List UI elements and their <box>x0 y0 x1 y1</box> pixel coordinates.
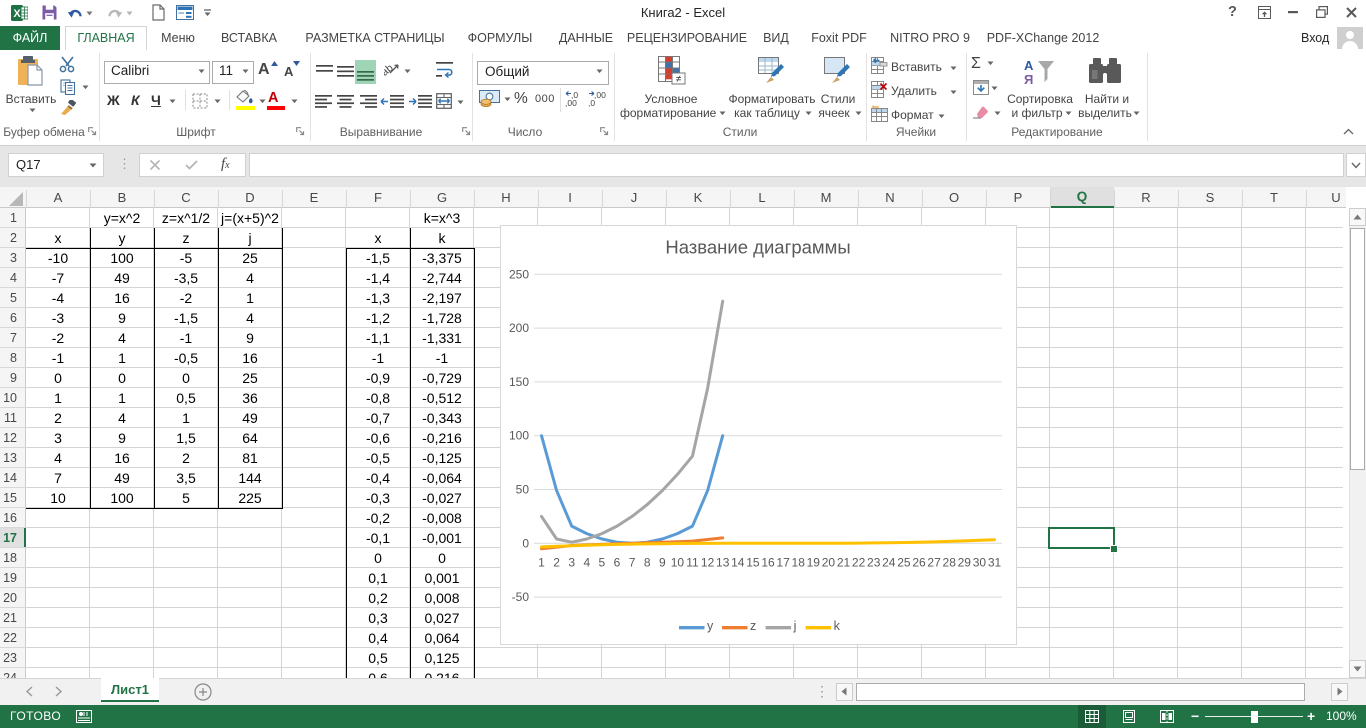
svg-text:250: 250 <box>509 267 529 281</box>
svg-text:3: 3 <box>568 555 575 569</box>
svg-text:Название диаграммы: Название диаграммы <box>665 237 850 258</box>
svg-text:25: 25 <box>897 555 911 569</box>
svg-text:k: k <box>834 619 841 633</box>
svg-text:17: 17 <box>776 555 790 569</box>
svg-text:21: 21 <box>837 555 851 569</box>
svg-text:23: 23 <box>867 555 881 569</box>
svg-text:9: 9 <box>659 555 666 569</box>
svg-text:22: 22 <box>852 555 866 569</box>
svg-text:14: 14 <box>731 555 745 569</box>
svg-text:29: 29 <box>958 555 972 569</box>
svg-text:5: 5 <box>599 555 606 569</box>
svg-text:24: 24 <box>882 555 896 569</box>
svg-text:Я: Я <box>1024 72 1033 87</box>
svg-text:30: 30 <box>973 555 987 569</box>
svg-text:,0: ,0 <box>588 98 595 108</box>
svg-text:А: А <box>1024 58 1034 73</box>
svg-text:8: 8 <box>644 555 651 569</box>
svg-text:12: 12 <box>701 555 715 569</box>
svg-text:15: 15 <box>746 555 760 569</box>
svg-text:13: 13 <box>716 555 730 569</box>
svg-text:11: 11 <box>686 555 699 569</box>
svg-text:200: 200 <box>509 321 529 335</box>
svg-text:0: 0 <box>522 536 529 550</box>
svg-text:27: 27 <box>927 555 941 569</box>
svg-text:≠: ≠ <box>676 74 682 85</box>
svg-text:2: 2 <box>553 555 560 569</box>
svg-text:z: z <box>750 619 756 633</box>
svg-text:19: 19 <box>807 555 821 569</box>
svg-text:7: 7 <box>629 555 636 569</box>
svg-text:16: 16 <box>761 555 775 569</box>
svg-text:100: 100 <box>509 429 529 443</box>
svg-text:,00: ,00 <box>565 98 577 108</box>
svg-text:4: 4 <box>583 555 590 569</box>
svg-text:28: 28 <box>943 555 957 569</box>
svg-text:,00: ,00 <box>594 90 606 100</box>
svg-text:6: 6 <box>614 555 621 569</box>
svg-text:26: 26 <box>912 555 926 569</box>
svg-text:31: 31 <box>988 555 1002 569</box>
svg-text:j: j <box>793 619 797 633</box>
svg-text:10: 10 <box>671 555 685 569</box>
svg-text:150: 150 <box>509 375 529 389</box>
svg-text:18: 18 <box>792 555 806 569</box>
svg-text:-50: -50 <box>512 590 530 604</box>
svg-text:1: 1 <box>538 555 545 569</box>
svg-text:y: y <box>707 619 714 633</box>
svg-text:50: 50 <box>516 483 530 497</box>
svg-text:20: 20 <box>822 555 836 569</box>
